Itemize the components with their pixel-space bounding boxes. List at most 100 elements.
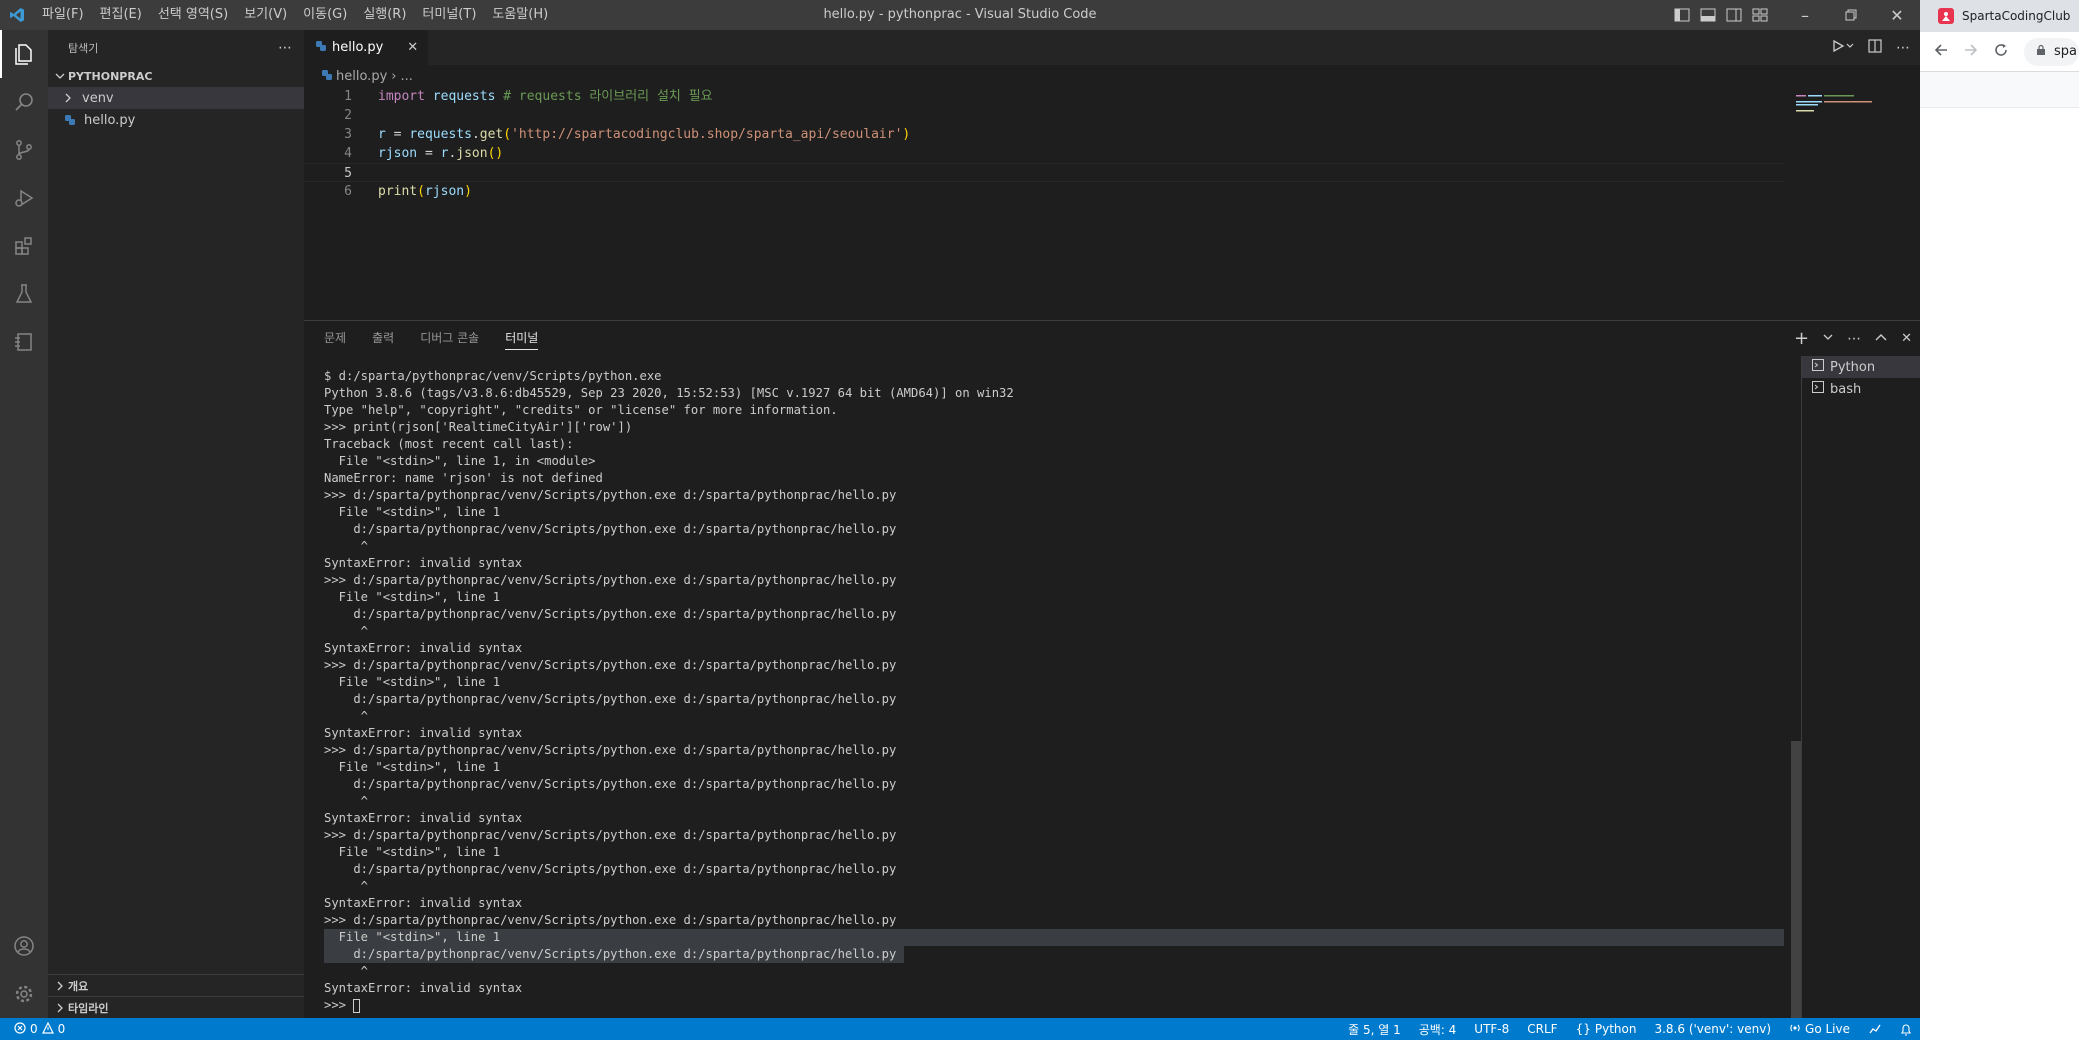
tree-item-venv[interactable]: venv bbox=[48, 87, 304, 109]
editor-area: hello.py ✕ ⋯ hello.py › ... 1 import req… bbox=[304, 30, 1920, 320]
forward-arrow-icon[interactable] bbox=[1964, 43, 1978, 61]
toggle-panel-icon[interactable] bbox=[1698, 5, 1718, 25]
editor-tabs: hello.py ✕ ⋯ bbox=[304, 30, 1920, 65]
minimize-icon[interactable]: – bbox=[1782, 0, 1828, 30]
explorer-icon[interactable] bbox=[0, 30, 48, 78]
browser-page-header bbox=[1920, 72, 2079, 108]
code-text: rjson = r.json() bbox=[378, 146, 504, 161]
tab-hello-py[interactable]: hello.py ✕ bbox=[304, 30, 429, 65]
toggle-secondary-sidebar-icon[interactable] bbox=[1724, 5, 1744, 25]
tree-item-label: venv bbox=[82, 90, 114, 106]
more-actions-icon[interactable]: ⋯ bbox=[278, 40, 292, 56]
run-python-file-icon[interactable] bbox=[1832, 39, 1854, 57]
folder-section-header[interactable]: PYTHONPRAC bbox=[48, 65, 304, 87]
terminal-line: $ d:/sparta/pythonprac/venv/Scripts/pyth… bbox=[324, 369, 662, 383]
code-line: 3 r = requests.get('http://spartacodingc… bbox=[304, 125, 1784, 144]
menu-go[interactable]: 이동(G) bbox=[295, 0, 355, 30]
terminal-line: ^ bbox=[324, 879, 369, 893]
minimap[interactable] bbox=[1794, 87, 1920, 320]
code-editor[interactable]: 1 import requests # requests 라이브러리 설치 필요… bbox=[304, 87, 1784, 201]
notifications-bell-icon[interactable] bbox=[1900, 1023, 1912, 1036]
menu-selection[interactable]: 선택 영역(S) bbox=[150, 0, 236, 30]
breadcrumb-separator-icon: › bbox=[391, 68, 397, 84]
encoding[interactable]: UTF-8 bbox=[1474, 1022, 1509, 1036]
search-icon[interactable] bbox=[0, 78, 48, 126]
customize-layout-icon[interactable] bbox=[1750, 5, 1770, 25]
feedback-icon[interactable] bbox=[1868, 1023, 1882, 1035]
address-bar[interactable]: spa bbox=[2024, 37, 2079, 66]
cursor-position[interactable]: 줄 5, 열 1 bbox=[1348, 1021, 1401, 1038]
problems-indicator[interactable]: 0 0 bbox=[0, 1018, 65, 1040]
toggle-sidebar-icon[interactable] bbox=[1672, 5, 1692, 25]
source-control-icon[interactable] bbox=[0, 126, 48, 174]
restore-icon[interactable] bbox=[1828, 0, 1874, 30]
terminal-scrollbar[interactable] bbox=[1791, 741, 1801, 1021]
indentation[interactable]: 공백: 4 bbox=[1419, 1021, 1457, 1038]
chevron-right-icon bbox=[60, 90, 76, 106]
close-window-icon[interactable]: ✕ bbox=[1874, 0, 1920, 30]
screen: 파일(F) 편집(E) 선택 영역(S) 보기(V) 이동(G) 실행(R) 터… bbox=[0, 0, 2079, 1040]
lock-icon bbox=[2036, 44, 2046, 60]
more-actions-icon[interactable]: ⋯ bbox=[1847, 331, 1861, 347]
extensions-icon[interactable] bbox=[0, 222, 48, 270]
terminal-line: d:/sparta/pythonprac/venv/Scripts/python… bbox=[324, 777, 897, 791]
tab-debug-console[interactable]: 디버그 콘솔 bbox=[420, 321, 479, 356]
outline-section[interactable]: 개요 bbox=[48, 974, 304, 996]
browser-tab[interactable]: SpartaCodingClub bbox=[1920, 0, 2079, 32]
window-controls: – ✕ bbox=[1782, 0, 1920, 30]
python-interpreter[interactable]: 3.8.6 ('venv': venv) bbox=[1654, 1022, 1771, 1036]
terminal-line: Type "help", "copyright", "credits" or "… bbox=[324, 403, 838, 417]
timeline-section[interactable]: 타임라인 bbox=[48, 996, 304, 1018]
terminal-icon bbox=[1812, 359, 1824, 375]
tab-problems[interactable]: 문제 bbox=[324, 321, 346, 356]
tab-terminal[interactable]: 터미널 bbox=[505, 321, 539, 356]
back-arrow-icon[interactable] bbox=[1934, 43, 1948, 61]
browser-window: SpartaCodingClub spa bbox=[1920, 0, 2079, 1040]
language-mode[interactable]: {} Python bbox=[1576, 1022, 1637, 1036]
terminal-line: ^ bbox=[324, 709, 369, 723]
line-endings[interactable]: CRLF bbox=[1527, 1022, 1557, 1036]
maximize-panel-icon[interactable] bbox=[1875, 331, 1887, 346]
bottom-panel: 문제 출력 디버그 콘솔 터미널 + ⋯ ✕ $ d:/sparta/pytho… bbox=[304, 320, 1920, 1021]
terminal-line: ^ bbox=[324, 964, 369, 978]
close-panel-icon[interactable]: ✕ bbox=[1901, 331, 1912, 346]
testing-flask-icon[interactable] bbox=[0, 270, 48, 318]
manage-gear-icon[interactable] bbox=[0, 970, 48, 1018]
new-terminal-icon[interactable]: + bbox=[1794, 328, 1809, 349]
terminal-output[interactable]: $ d:/sparta/pythonprac/venv/Scripts/pyth… bbox=[324, 368, 1784, 1014]
split-editor-icon[interactable] bbox=[1868, 38, 1882, 57]
menu-edit[interactable]: 편집(E) bbox=[92, 0, 150, 30]
folder-name: PYTHONPRAC bbox=[68, 69, 153, 83]
braces-icon: {} bbox=[1575, 1022, 1591, 1036]
menu-help[interactable]: 도움말(H) bbox=[484, 0, 556, 30]
run-debug-icon[interactable] bbox=[0, 174, 48, 222]
broadcast-icon bbox=[1789, 1022, 1801, 1037]
reload-icon[interactable] bbox=[1994, 43, 2008, 61]
terminal-line: ^ bbox=[324, 794, 369, 808]
tab-output[interactable]: 출력 bbox=[372, 321, 394, 356]
chevron-down-icon[interactable] bbox=[1823, 331, 1833, 346]
terminal-item-label: bash bbox=[1830, 381, 1862, 397]
code-line-current: 5 bbox=[304, 163, 1784, 182]
editor-actions: ⋯ bbox=[1832, 30, 1910, 65]
menu-terminal[interactable]: 터미널(T) bbox=[414, 0, 484, 30]
remote-explorer-icon[interactable] bbox=[0, 318, 48, 366]
tree-item-hello-py[interactable]: hello.py bbox=[48, 109, 304, 131]
chevron-right-icon bbox=[52, 1000, 68, 1016]
close-tab-icon[interactable]: ✕ bbox=[407, 40, 418, 55]
terminal-item-bash[interactable]: bash bbox=[1802, 378, 1920, 400]
menu-run[interactable]: 실행(R) bbox=[355, 0, 414, 30]
go-live-button[interactable]: Go Live bbox=[1789, 1022, 1850, 1037]
breadcrumb-more[interactable]: ... bbox=[400, 69, 412, 84]
terminal-line: File "<stdin>", line 1, in <module> bbox=[324, 454, 596, 468]
menu-file[interactable]: 파일(F) bbox=[34, 0, 92, 30]
terminal-line: File "<stdin>", line 1 bbox=[324, 929, 1784, 946]
terminal-line: >>> d:/sparta/pythonprac/venv/Scripts/py… bbox=[324, 743, 897, 757]
line-number: 2 bbox=[344, 108, 352, 123]
activity-bar bbox=[0, 30, 48, 1018]
more-actions-icon[interactable]: ⋯ bbox=[1896, 40, 1910, 56]
menu-view[interactable]: 보기(V) bbox=[236, 0, 295, 30]
breadcrumb-file[interactable]: hello.py bbox=[336, 69, 387, 84]
terminal-item-python[interactable]: Python bbox=[1802, 356, 1920, 378]
account-icon[interactable] bbox=[0, 922, 48, 970]
